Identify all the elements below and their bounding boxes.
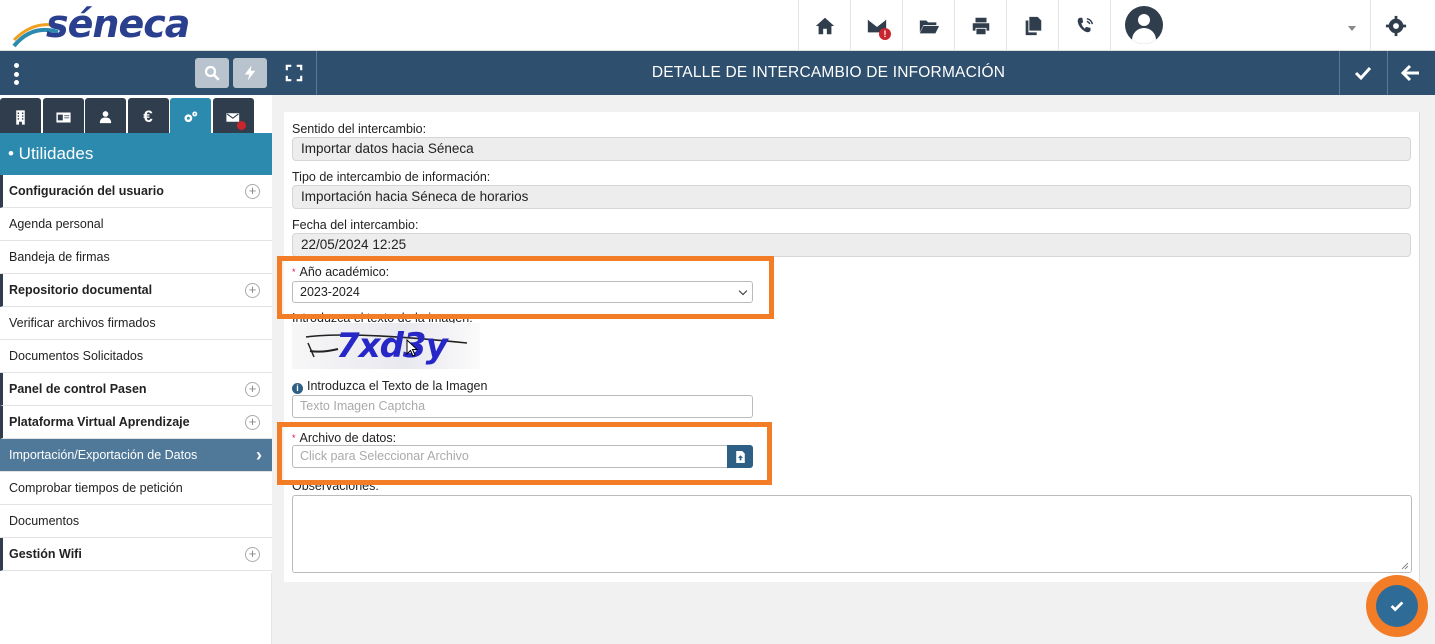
expand-plus-icon[interactable]: + xyxy=(245,283,260,298)
sidebar-item-plataforma-virtual[interactable]: Plataforma Virtual Aprendizaje + xyxy=(0,406,272,439)
sidebar-item-gestion-wifi[interactable]: Gestión Wifi + xyxy=(0,538,272,571)
documents-button[interactable] xyxy=(1006,0,1058,51)
user-menu[interactable] xyxy=(1110,0,1370,51)
folder-open-icon xyxy=(919,20,939,33)
sidebar-menu: Configuración del usuario + Agenda perso… xyxy=(0,175,272,571)
sidebar-item-label: Bandeja de firmas xyxy=(9,250,110,264)
check-icon xyxy=(1354,66,1372,81)
logo-text: séneca xyxy=(46,2,190,46)
check-icon xyxy=(1390,601,1404,612)
form-card: Sentido del intercambio: Importar datos … xyxy=(284,112,1420,582)
avatar[interactable] xyxy=(1125,6,1163,44)
info-icon: i xyxy=(292,383,303,394)
resize-grip-icon[interactable] xyxy=(1399,560,1409,570)
more-vertical-icon[interactable] xyxy=(10,63,22,85)
main-content: Sentido del intercambio: Importar datos … xyxy=(272,95,1435,644)
accept-fab-button[interactable] xyxy=(1376,585,1418,627)
captcha-hint-text: Introduzca el Texto de la Imagen xyxy=(307,379,488,393)
phone-button[interactable] xyxy=(1058,0,1110,51)
page-header: DETALLE DE INTERCAMBIO DE INFORMACIÓN xyxy=(272,51,1435,95)
euro-icon: € xyxy=(143,107,153,126)
lightning-icon xyxy=(244,65,256,81)
search-button[interactable] xyxy=(195,58,229,88)
sidebar-item-label: Comprobar tiempos de petición xyxy=(9,481,183,495)
arrow-left-icon xyxy=(1401,64,1419,82)
confirm-button[interactable] xyxy=(1339,51,1386,95)
sidebar-section-title: • Utilidades xyxy=(0,133,272,175)
page-title: DETALLE DE INTERCAMBIO DE INFORMACIÓN xyxy=(651,64,1006,81)
chevron-right-icon: › xyxy=(256,445,262,465)
alert-badge-icon: ! xyxy=(879,28,891,40)
home-button[interactable] xyxy=(798,0,850,51)
sidebar-item-label: Plataforma Virtual Aprendizaje xyxy=(9,415,190,429)
chevron-down-icon[interactable] xyxy=(1348,26,1356,31)
sidebar-item-label: Verificar archivos firmados xyxy=(9,316,156,330)
building-icon xyxy=(16,109,25,125)
alert-badge-icon xyxy=(236,121,246,130)
sidebar-tabs: € xyxy=(0,95,272,136)
fecha-field: 22/05/2024 12:25 xyxy=(292,233,1411,257)
sidebar-item-configuracion-usuario[interactable]: Configuración del usuario + xyxy=(0,175,272,208)
sentido-label: Sentido del intercambio: xyxy=(292,122,427,136)
sidebar-item-label: Importación/Exportación de Datos xyxy=(9,448,198,462)
expand-plus-icon[interactable]: + xyxy=(245,382,260,397)
sidebar-item-label: Gestión Wifi xyxy=(9,547,82,561)
sidebar-item-label: Repositorio documental xyxy=(9,283,153,297)
captcha-input[interactable]: Texto Imagen Captcha xyxy=(292,395,753,418)
back-button[interactable] xyxy=(1387,51,1434,95)
captcha-hint-label: i Introduzca el Texto de la Imagen xyxy=(292,379,487,394)
tipo-label: Tipo de intercambio de información: xyxy=(292,170,491,184)
sidebar-item-documentos[interactable]: Documentos xyxy=(0,505,272,538)
highlight-archivo-datos xyxy=(277,422,772,485)
expand-plus-icon[interactable]: + xyxy=(245,415,260,430)
seneca-logo[interactable]: séneca xyxy=(10,2,190,48)
sidebar-item-repositorio-documental[interactable]: Repositorio documental + xyxy=(0,274,272,307)
sidebar-item-agenda-personal[interactable]: Agenda personal xyxy=(0,208,272,241)
folder-button[interactable] xyxy=(902,0,954,51)
sidebar-empty-area xyxy=(0,573,272,644)
top-bar: séneca ! xyxy=(0,0,1435,51)
home-icon xyxy=(815,17,834,34)
observaciones-textarea[interactable] xyxy=(292,495,1412,573)
tab-comunicaciones[interactable] xyxy=(212,98,254,136)
id-card-icon xyxy=(55,112,71,122)
copy-icon xyxy=(1025,16,1041,35)
tab-utilidades[interactable] xyxy=(170,98,211,136)
print-button[interactable] xyxy=(954,0,1006,51)
tab-gestion-economica[interactable]: € xyxy=(127,98,169,136)
tab-centro[interactable] xyxy=(0,98,41,136)
sidebar-item-verificar-archivos[interactable]: Verificar archivos firmados xyxy=(0,307,272,340)
captcha-text: 7xd3y xyxy=(336,326,448,366)
sidebar-item-documentos-solicitados[interactable]: Documentos Solicitados xyxy=(0,340,272,373)
phone-icon xyxy=(1077,17,1093,32)
sidebar-item-label: Configuración del usuario xyxy=(9,184,164,198)
search-icon xyxy=(204,65,220,81)
sidebar-item-comprobar-tiempos[interactable]: Comprobar tiempos de petición xyxy=(0,472,272,505)
sidebar-item-panel-pasen[interactable]: Panel de control Pasen + xyxy=(0,373,272,406)
expand-plus-icon[interactable]: + xyxy=(245,184,260,199)
sidebar-header xyxy=(0,51,272,95)
fecha-label: Fecha del intercambio: xyxy=(292,218,419,232)
sidebar-item-importacion-exportacion[interactable]: Importación/Exportación de Datos › xyxy=(0,439,272,472)
captcha-image: 7xd3y xyxy=(292,323,480,369)
messages-button[interactable]: ! xyxy=(850,0,902,51)
users-icon xyxy=(99,110,112,123)
expand-plus-icon[interactable]: + xyxy=(245,547,260,562)
sentido-field: Importar datos hacia Séneca xyxy=(292,137,1411,161)
sidebar-item-label: Documentos xyxy=(9,514,80,528)
tipo-field: Importación hacia Séneca de horarios xyxy=(292,185,1411,209)
gear-icon xyxy=(1385,15,1406,36)
settings-button[interactable] xyxy=(1370,0,1420,51)
sidebar-item-label: Documentos Solicitados xyxy=(9,349,144,363)
printer-icon xyxy=(972,17,989,34)
sidebar-item-bandeja-firmas[interactable]: Bandeja de firmas xyxy=(0,241,272,274)
mouse-cursor-icon xyxy=(406,339,419,357)
sidebar-item-label: Panel de control Pasen xyxy=(9,382,147,396)
highlight-anio-academico xyxy=(277,256,774,319)
quick-access-button[interactable] xyxy=(233,58,267,88)
gears-icon xyxy=(184,110,198,122)
sidebar-item-label: Agenda personal xyxy=(9,217,104,231)
tab-personal[interactable] xyxy=(42,98,84,136)
tab-alumnado[interactable] xyxy=(85,98,126,136)
